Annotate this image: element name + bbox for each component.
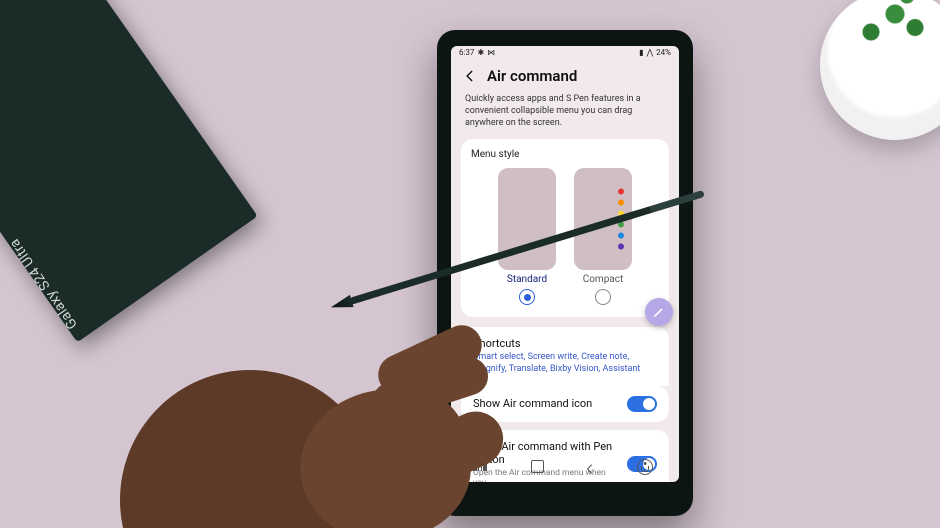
wifi-icon: ⋀ bbox=[647, 48, 654, 57]
home-button[interactable] bbox=[531, 460, 547, 474]
battery-text: 24% bbox=[656, 48, 671, 57]
air-command-fab[interactable] bbox=[645, 298, 673, 326]
page-title: Air command bbox=[487, 67, 577, 85]
shortcuts-row[interactable]: Shortcuts Smart select, Screen write, Cr… bbox=[461, 327, 669, 385]
radio-selected-icon[interactable] bbox=[519, 289, 535, 305]
status-time: 6:37 bbox=[459, 48, 474, 57]
menu-style-card: Menu style Standard Compact bbox=[461, 139, 669, 317]
phone-frame: 6:37 ✱ ⋈ ▮ ⋀ 24% Air command Quickly acc… bbox=[437, 30, 693, 516]
product-box-label: Galaxy S24 Ultra bbox=[7, 235, 81, 332]
toggle-on-icon[interactable] bbox=[627, 396, 657, 412]
menu-style-label: Menu style bbox=[471, 149, 659, 160]
back-icon[interactable] bbox=[463, 69, 477, 83]
desk-scene: Galaxy S24 Ultra 6:37 ✱ ⋈ ▮ ⋀ 24% bbox=[0, 0, 940, 528]
status-bar: 6:37 ✱ ⋈ ▮ ⋀ 24% bbox=[451, 46, 679, 57]
phone-screen[interactable]: 6:37 ✱ ⋈ ▮ ⋀ 24% Air command Quickly acc… bbox=[451, 46, 679, 482]
show-icon-row[interactable]: Show Air command icon bbox=[461, 386, 669, 422]
accessibility-button[interactable] bbox=[637, 459, 653, 475]
shortcuts-title: Shortcuts bbox=[473, 337, 657, 350]
status-icon: ✱ bbox=[477, 48, 484, 57]
navigation-bar bbox=[459, 458, 671, 476]
shortcuts-subtitle: Smart select, Screen write, Create note,… bbox=[473, 352, 657, 375]
pen-icon bbox=[652, 305, 666, 319]
product-box: Galaxy S24 Ultra bbox=[0, 0, 258, 342]
radio-unselected-icon[interactable] bbox=[595, 289, 611, 305]
menu-style-name: Standard bbox=[507, 274, 547, 285]
menu-style-preview-standard bbox=[498, 168, 556, 270]
setting-title: Show Air command icon bbox=[473, 397, 619, 410]
plant-pot bbox=[820, 0, 940, 140]
page-header: Air command bbox=[451, 57, 679, 91]
back-button[interactable] bbox=[584, 460, 600, 474]
menu-style-option-compact[interactable]: Compact bbox=[574, 168, 632, 305]
menu-style-name: Compact bbox=[583, 274, 624, 285]
menu-style-option-standard[interactable]: Standard bbox=[498, 168, 556, 305]
menu-style-preview-compact bbox=[574, 168, 632, 270]
status-icon: ⋈ bbox=[487, 48, 495, 57]
page-description: Quickly access apps and S Pen features i… bbox=[451, 91, 679, 139]
recents-button[interactable] bbox=[478, 460, 494, 474]
signal-icon: ▮ bbox=[639, 48, 643, 57]
